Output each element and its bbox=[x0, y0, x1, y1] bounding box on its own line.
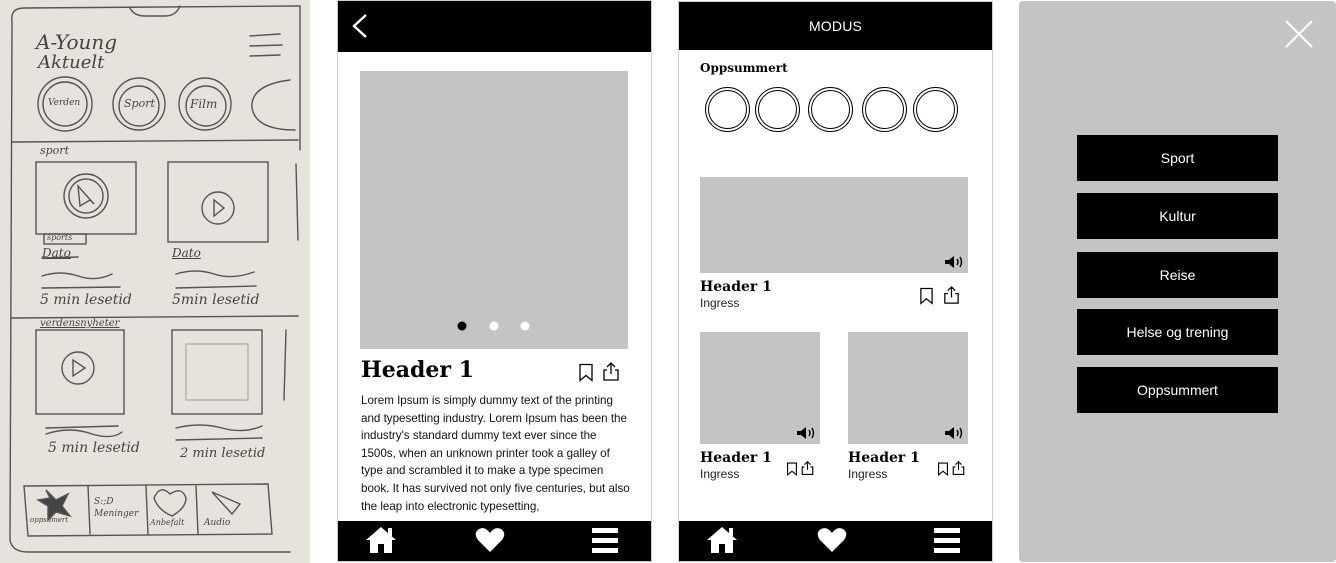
heart-icon[interactable] bbox=[817, 527, 847, 553]
bookmark-icon[interactable] bbox=[578, 363, 594, 382]
sketch-tab-anbefalt: Anbefalt bbox=[150, 518, 185, 527]
hamburger-icon[interactable] bbox=[592, 526, 618, 556]
card-image[interactable] bbox=[700, 177, 968, 273]
speaker-icon[interactable] bbox=[944, 255, 964, 269]
menu-item-oppsummert[interactable]: Oppsummert bbox=[1077, 367, 1278, 413]
feed-topbar: MODUS bbox=[679, 2, 992, 50]
bookmark-icon[interactable] bbox=[919, 287, 934, 305]
feed-title: MODUS bbox=[808, 18, 863, 34]
story-circle[interactable] bbox=[705, 87, 750, 132]
heart-icon[interactable] bbox=[475, 527, 505, 553]
sketch-tab-meninger: S:;D Meninger bbox=[94, 497, 139, 519]
card-title: Header 1 bbox=[848, 450, 920, 466]
sketch-subtitle: Aktuelt bbox=[38, 52, 105, 73]
share-icon[interactable] bbox=[601, 361, 621, 382]
share-icon[interactable] bbox=[800, 460, 815, 476]
home-icon[interactable] bbox=[705, 525, 739, 555]
hamburger-icon[interactable] bbox=[934, 526, 960, 556]
card-ingress: Ingress bbox=[848, 467, 888, 481]
sketch-date-right: Dato bbox=[172, 246, 201, 260]
bookmark-icon[interactable] bbox=[937, 462, 949, 476]
menu-item-kultur[interactable]: Kultur bbox=[1077, 193, 1278, 239]
sketch-title: A-Young bbox=[36, 30, 118, 54]
menu-item-sport[interactable]: Sport bbox=[1077, 135, 1278, 181]
sketch-drawing bbox=[9, 5, 301, 553]
card-title: Header 1 bbox=[700, 450, 772, 466]
carousel-dot[interactable] bbox=[520, 321, 530, 331]
article-title: Header 1 bbox=[361, 357, 474, 383]
sketch-section-verden: verdensnyheter bbox=[40, 318, 120, 329]
story-circle[interactable] bbox=[755, 87, 800, 132]
home-icon[interactable] bbox=[364, 525, 398, 555]
card-ingress: Ingress bbox=[700, 296, 740, 310]
sketch-readtime-4: 2 min lesetid bbox=[180, 446, 266, 461]
article-image-carousel[interactable] bbox=[360, 71, 628, 349]
sketch-section-sport: sport bbox=[40, 144, 69, 157]
sketch-readtime-1: 5 min lesetid bbox=[40, 292, 132, 308]
close-icon[interactable] bbox=[1284, 19, 1314, 49]
chevron-left-icon[interactable] bbox=[348, 12, 374, 40]
menu-item-reise[interactable]: Reise bbox=[1077, 252, 1278, 298]
carousel-dot-active[interactable] bbox=[457, 321, 467, 331]
article-body-text: Lorem Ipsum is simply dummy text of the … bbox=[361, 394, 630, 513]
carousel-dots[interactable] bbox=[452, 318, 538, 334]
card-title: Header 1 bbox=[700, 279, 772, 295]
share-icon[interactable] bbox=[951, 460, 966, 476]
story-circle[interactable] bbox=[913, 87, 958, 132]
sketch-tag: sports bbox=[47, 233, 73, 242]
article-topbar bbox=[338, 1, 651, 52]
summary-section-title: Oppsummert bbox=[700, 61, 788, 75]
share-icon[interactable] bbox=[942, 285, 961, 305]
sketch-category-sport: Sport bbox=[124, 97, 155, 110]
carousel-dot[interactable] bbox=[489, 321, 499, 331]
paper-sketch-panel: A-Young Aktuelt Verden Sport Film sport … bbox=[0, 0, 310, 563]
sketch-readtime-3: 5 min lesetid bbox=[48, 440, 140, 456]
sketch-category-verden: Verden bbox=[48, 98, 81, 108]
menu-item-helse-og-trening[interactable]: Helse og trening bbox=[1077, 309, 1278, 355]
sketch-date-left: Dato bbox=[42, 246, 71, 260]
speaker-icon[interactable] bbox=[944, 426, 964, 440]
story-circle[interactable] bbox=[808, 87, 853, 132]
sketch-tab-audio: Audio bbox=[204, 518, 231, 528]
story-circle[interactable] bbox=[862, 87, 907, 132]
sketch-category-film: Film bbox=[190, 97, 218, 111]
speaker-icon[interactable] bbox=[796, 426, 816, 440]
sketch-readtime-2: 5min lesetid bbox=[172, 292, 260, 308]
sketch-tab-oppsumert: oppsumert bbox=[30, 516, 69, 524]
card-ingress: Ingress bbox=[700, 467, 740, 481]
bookmark-icon[interactable] bbox=[786, 462, 798, 476]
